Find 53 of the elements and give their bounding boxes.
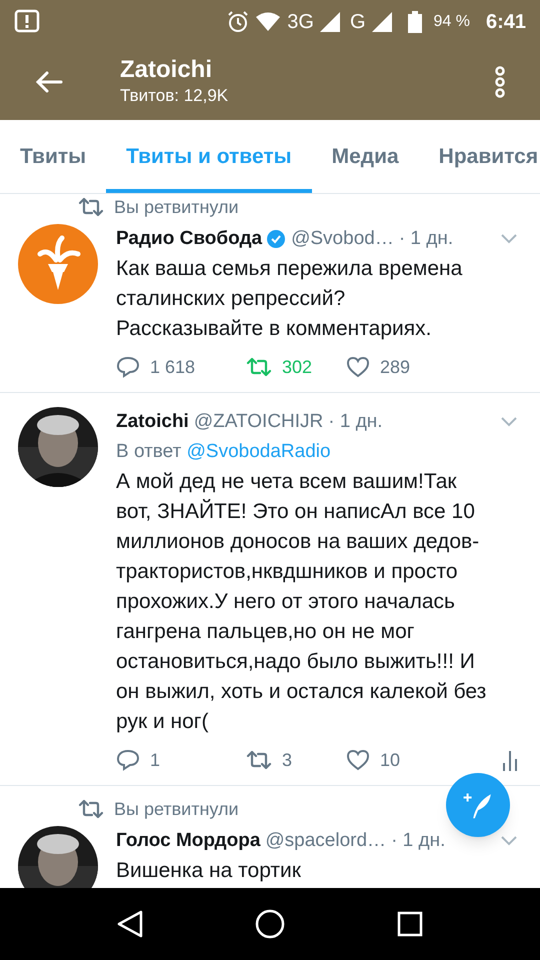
tweet-time: · 1 дн. [398, 226, 454, 251]
profile-name: Zatoichi [120, 56, 214, 84]
square-recents-icon [397, 911, 423, 937]
retweet-note: Вы ретвитнули [114, 196, 239, 219]
tab[interactable]: Твиты и ответы [106, 120, 312, 193]
network-type: G [350, 10, 366, 35]
tweet-time: · 1 дн. [391, 828, 446, 853]
tweet-text: Вишенка на тортик [116, 858, 302, 884]
heart-icon[interactable] [346, 356, 370, 378]
reply-count: 1 [150, 748, 160, 772]
like-count: 10 [380, 748, 400, 772]
retweet-icon[interactable] [78, 799, 104, 819]
heart-icon[interactable] [346, 749, 370, 771]
author-name: Радио Свобода [116, 226, 262, 251]
tweet-time: · 1 дн. [328, 410, 383, 434]
author-handle: @Svobod… [291, 226, 394, 251]
reply-count: 1 618 [150, 356, 196, 378]
back-arrow-icon [35, 70, 63, 94]
retweet-icon[interactable] [246, 357, 272, 377]
mention-link[interactable]: @SvobodaRadio [186, 441, 331, 462]
network-type: 3G [287, 10, 314, 35]
tab[interactable]: Твиты [0, 120, 106, 193]
retweet-icon[interactable] [78, 197, 104, 217]
notification-icon [14, 9, 40, 35]
tweet-text: Как ваша семья пережила времена сталинских репрессий? Рассказывайте в комментариях. [116, 256, 464, 342]
alarm-icon [227, 11, 250, 33]
battery-icon [408, 11, 422, 33]
retweet-icon[interactable] [246, 750, 272, 770]
author-name: Голос Мордора [116, 828, 260, 853]
tweet-count: Твитов: 12,9K [120, 85, 228, 107]
analytics-icon[interactable] [502, 749, 518, 771]
retweet-count: 302 [282, 356, 312, 378]
clock: 6:41 [486, 10, 526, 35]
signal-icon [320, 12, 340, 32]
author-handle: @ZATOICHIJR [194, 410, 324, 434]
signal-icon [372, 12, 392, 32]
reply-icon[interactable] [116, 356, 140, 378]
retweet-count: 3 [282, 748, 292, 772]
author-handle: @spacelord… [265, 828, 386, 853]
torch-logo-icon [18, 224, 98, 304]
tab[interactable]: Нравится [418, 120, 540, 193]
more-options-icon [495, 66, 505, 98]
tweet-text: А мой дед не чета всем вашим!Так вот, ЗНАЙТЕ! Это он написАл все 10 миллионов доносов на ваших дедов-трактористов,нквдшников и просто прохожих.У него от этого началась гангрена пальцев,но он не мог остановиться,надо было выжить!!! И он выжил, хоть и остался калекой без рук и ног( [116, 469, 488, 735]
circle-home-icon [255, 909, 285, 939]
wifi-icon [255, 12, 282, 32]
reply-icon[interactable] [116, 749, 140, 771]
retweet-note: Вы ретвитнули [114, 798, 239, 821]
tab[interactable]: Медиа [312, 120, 419, 193]
reply-label: В ответ [116, 441, 182, 462]
author-name: Zatoichi [116, 410, 189, 434]
battery-percent: 94 % [434, 12, 470, 32]
triangle-back-icon [117, 910, 143, 938]
like-count: 289 [380, 356, 410, 378]
